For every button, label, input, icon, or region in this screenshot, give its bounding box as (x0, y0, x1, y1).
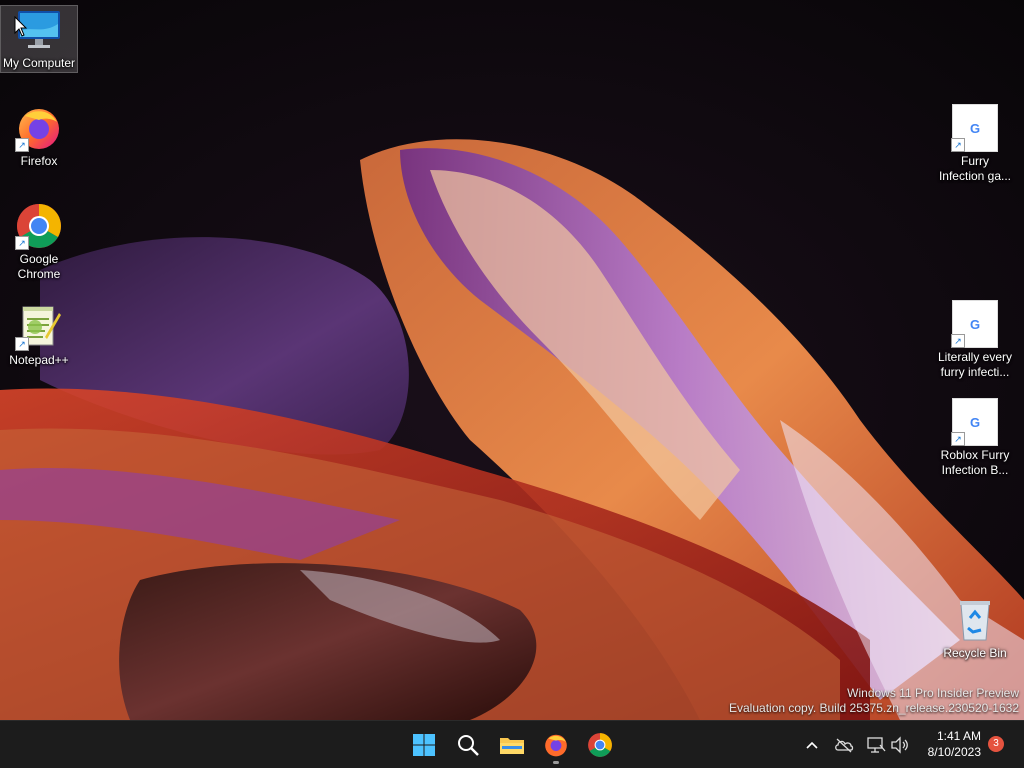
clock-time: 1:41 AM (936, 729, 981, 743)
firefox-taskbar-button[interactable] (536, 725, 576, 765)
volume-tray-button[interactable] (890, 733, 910, 757)
notification-badge[interactable]: 3 (988, 736, 1004, 752)
firefox-icon (545, 734, 567, 757)
desktop-icon-roblox-furry-infection[interactable]: G ↗ Roblox Furry Infection B... (937, 398, 1013, 478)
firefox-icon: ↗ (15, 104, 63, 152)
desktop-icon-literally-every-furry[interactable]: G ↗ Literally every furry infecti... (937, 300, 1013, 380)
desktop-icon-notepad-plus-plus[interactable]: ↗ Notepad++ (1, 303, 77, 368)
mouse-cursor-icon (14, 16, 28, 37)
file-explorer-button[interactable] (492, 725, 532, 765)
notepad-plus-plus-icon: ↗ (15, 303, 63, 351)
desktop-icon-label: Notepad++ (9, 353, 69, 367)
chrome-icon (588, 733, 612, 757)
clock-button[interactable]: 1:41 AM 8/10/2023 (928, 728, 981, 760)
chrome-icon: ↗ (15, 202, 63, 250)
wallpaper (0, 0, 1024, 720)
recycle-bin-icon (951, 596, 999, 644)
desktop[interactable]: My Computer ↗ Firefox ↗ Google Chrome ↗ … (0, 0, 1024, 720)
desktop-icon-label: Literally every furry infecti... (937, 350, 1013, 379)
shortcut-arrow-icon: ↗ (15, 236, 29, 250)
desktop-icon-label: Recycle Bin (943, 646, 1007, 660)
search-button[interactable] (448, 725, 488, 765)
desktop-icon-label: Furry Infection ga... (938, 154, 1012, 183)
onedrive-tray-button[interactable] (834, 733, 854, 757)
network-icon (867, 737, 886, 753)
desktop-icon-my-computer[interactable]: My Computer (0, 5, 78, 73)
desktop-icon-label: Roblox Furry Infection B... (940, 448, 1010, 477)
desktop-icon-firefox[interactable]: ↗ Firefox (1, 104, 77, 169)
google-page-icon: G ↗ (951, 398, 999, 446)
shortcut-arrow-icon: ↗ (951, 138, 965, 152)
start-button[interactable] (404, 725, 444, 765)
windows-watermark: Windows 11 Pro Insider Preview Evaluatio… (729, 686, 1019, 716)
speaker-icon (891, 736, 908, 754)
file-explorer-icon (500, 738, 524, 754)
desktop-icon-label: Google Chrome (17, 252, 61, 281)
cloud-offline-icon (835, 738, 854, 753)
watermark-edition: Windows 11 Pro Insider Preview (847, 686, 1019, 700)
clock-date: 8/10/2023 (927, 745, 981, 759)
desktop-icon-recycle-bin[interactable]: Recycle Bin (937, 596, 1013, 661)
desktop-icon-google-chrome[interactable]: ↗ Google Chrome (1, 202, 77, 282)
windows-start-icon (413, 734, 435, 756)
chevron-up-icon (806, 741, 818, 749)
search-icon (458, 735, 479, 756)
shortcut-arrow-icon: ↗ (951, 334, 965, 348)
desktop-icon-label: My Computer (2, 56, 76, 70)
google-page-icon: G ↗ (951, 300, 999, 348)
shortcut-arrow-icon: ↗ (951, 432, 965, 446)
shortcut-arrow-icon: ↗ (15, 138, 29, 152)
google-page-icon: G ↗ (951, 104, 999, 152)
desktop-icon-furry-infection-game[interactable]: G ↗ Furry Infection ga... (937, 104, 1013, 184)
show-hidden-icons-button[interactable] (802, 733, 822, 757)
chrome-taskbar-button[interactable] (580, 725, 620, 765)
desktop-icon-label: Firefox (20, 154, 58, 168)
shortcut-arrow-icon: ↗ (15, 337, 29, 351)
taskbar: 1:41 AM 8/10/2023 3 (0, 720, 1024, 768)
watermark-build: Evaluation copy. Build 25375.zn_release.… (729, 701, 1019, 715)
network-tray-button[interactable] (866, 733, 886, 757)
